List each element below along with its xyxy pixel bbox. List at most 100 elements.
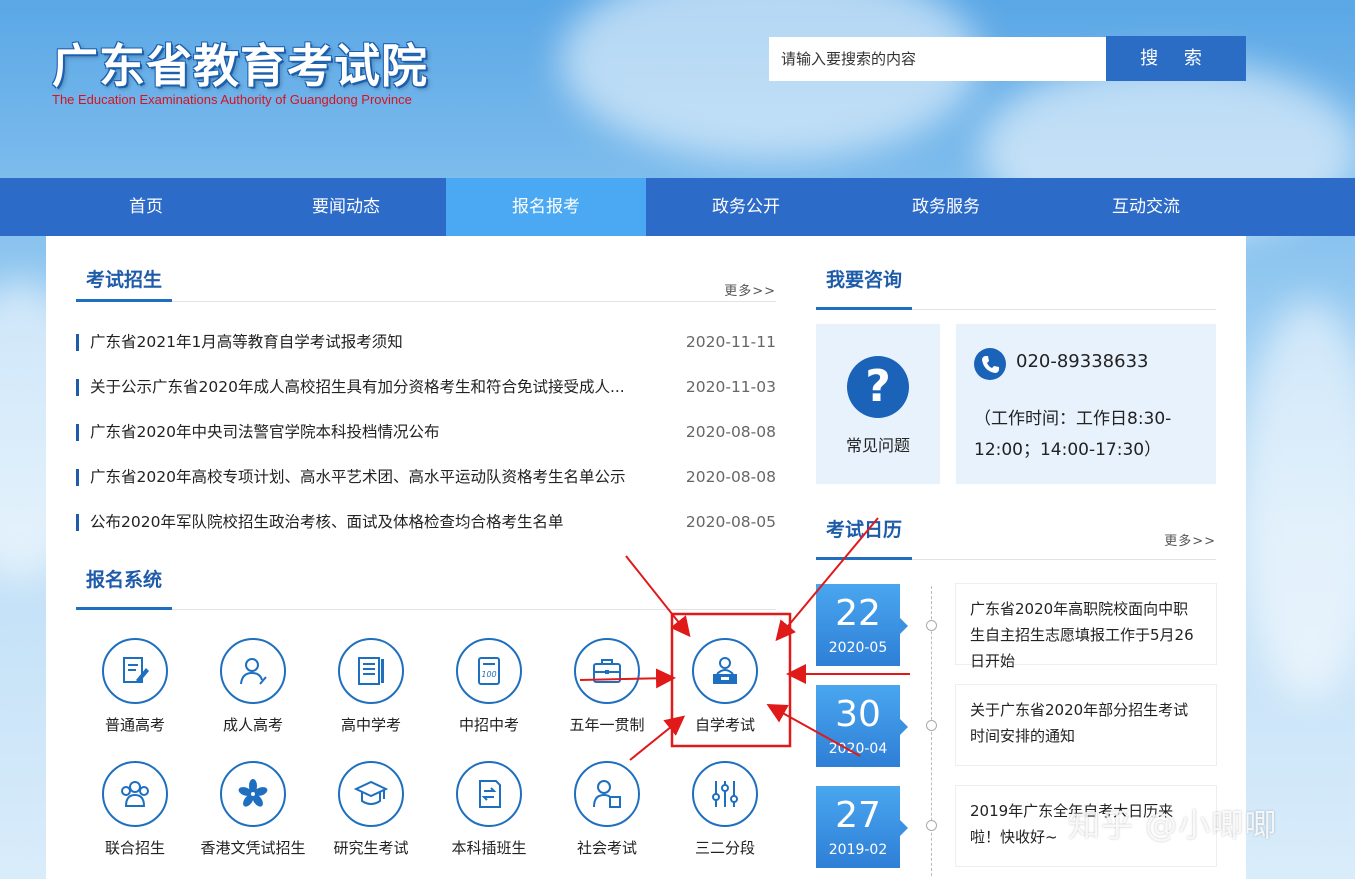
consult-header: 我要咨询 <box>816 266 1216 310</box>
news-title[interactable]: 公布2020年军队院校招生政治考核、面试及体格检查均合格考生名单 <box>90 500 563 545</box>
news-date: 2020-11-03 <box>685 378 776 396</box>
nav-item-registration[interactable]: 报名报考 <box>446 178 646 236</box>
news-item[interactable]: 公布2020年军队院校招生政治考核、面试及体格检查均合格考生名单 2020-08… <box>76 500 776 545</box>
transfer-document-icon <box>456 761 522 827</box>
section-title: 我要咨询 <box>816 266 913 310</box>
system-label: 成人高考 <box>222 716 283 734</box>
system-label: 社会考试 <box>576 839 637 857</box>
section-title: 考试招生 <box>76 266 173 302</box>
system-label: 中招中考 <box>458 716 519 734</box>
search-button[interactable]: 搜 索 <box>1106 36 1246 81</box>
question-mark-icon: ? <box>847 356 909 418</box>
news-date: 2020-11-11 <box>685 333 776 351</box>
document-pen-icon <box>102 638 168 704</box>
bullet-bar <box>76 334 79 351</box>
more-link[interactable]: 更多>> <box>1164 530 1216 549</box>
nav-item-interaction[interactable]: 互动交流 <box>1046 178 1246 236</box>
main-nav: 首页 要闻动态 报名报考 政务公开 政务服务 互动交流 <box>0 178 1355 236</box>
site-subtitle: The Education Examinations Authority of … <box>52 92 412 107</box>
calendar-day: 22 <box>835 593 881 634</box>
system-self-study-exam[interactable]: 自学考试 <box>666 638 784 735</box>
more-link[interactable]: 更多>> <box>724 280 776 299</box>
calendar-date: 22 2020-05 <box>816 584 908 666</box>
calendar-event[interactable]: 关于广东省2020年部分招生考试时间安排的通知 <box>955 684 1217 766</box>
system-social-exam[interactable]: 社会考试 <box>548 761 666 858</box>
system-label: 三二分段 <box>694 839 755 857</box>
news-title[interactable]: 广东省2020年高校专项计划、高水平艺术团、高水平运动队资格考生名单公示 <box>90 455 625 500</box>
news-date: 2020-08-08 <box>685 468 776 486</box>
faq-button[interactable]: ? 常见问题 <box>816 324 940 484</box>
calendar-month: 2019-02 <box>828 842 888 858</box>
news-date: 2020-08-05 <box>685 513 776 531</box>
briefcase-icon <box>574 638 640 704</box>
person-pen-icon <box>220 638 286 704</box>
news-list: 广东省2021年1月高等教育自学考试报考须知 2020-11-11 关于公示广东… <box>76 320 776 545</box>
system-five-year[interactable]: 五年一贯制 <box>548 638 666 735</box>
system-transfer-student[interactable]: 本科插班生 <box>430 761 548 858</box>
search-input[interactable] <box>769 37 1107 81</box>
timeline-dot <box>926 720 937 731</box>
news-item[interactable]: 广东省2020年高校专项计划、高水平艺术团、高水平运动队资格考生名单公示 202… <box>76 455 776 500</box>
section-title: 考试日历 <box>816 516 913 560</box>
news-item[interactable]: 广东省2021年1月高等教育自学考试报考须知 2020-11-11 <box>76 320 776 365</box>
working-hours: （工作时间：工作日8:30-12:00；14:00-17:30） <box>974 409 1172 460</box>
bauhinia-icon <box>220 761 286 827</box>
phone-icon <box>974 348 1006 380</box>
news-title[interactable]: 广东省2021年1月高等教育自学考试报考须知 <box>90 320 403 365</box>
cloud-decoration <box>1240 300 1355 700</box>
system-zhongkao[interactable]: 100 中招中考 <box>430 638 548 735</box>
bullet-bar <box>76 469 79 486</box>
calendar-event[interactable]: 广东省2020年高职院校面向中职生自主招生志愿填报工作于5月26日开始 <box>955 583 1217 670</box>
registration-header: 报名系统 <box>76 566 776 610</box>
system-three-two-segment[interactable]: 三二分段 <box>666 761 784 858</box>
exam-admission-header: 考试招生 更多>> <box>76 266 776 302</box>
nav-item-government-services[interactable]: 政务服务 <box>846 178 1046 236</box>
site-header: 广东省教育考试院 The Education Examinations Auth… <box>0 0 1355 178</box>
nav-item-home[interactable]: 首页 <box>46 178 246 236</box>
section-title: 报名系统 <box>76 566 173 610</box>
system-label: 本科插班生 <box>451 839 527 857</box>
calendar-month: 2020-05 <box>828 640 888 656</box>
watermark: 知乎 @小唧唧 <box>1068 806 1278 844</box>
nav-item-news[interactable]: 要闻动态 <box>246 178 446 236</box>
bullet-bar <box>76 424 79 441</box>
graduation-cap-icon <box>338 761 404 827</box>
phone-number: 020-89338633 <box>1016 351 1149 372</box>
news-title[interactable]: 关于公示广东省2020年成人高校招生具有加分资格考生和符合免试接受成人... <box>90 365 625 410</box>
system-highschool-exam[interactable]: 高中学考 <box>312 638 430 735</box>
system-joint-admission[interactable]: 联合招生 <box>76 761 194 858</box>
group-icon <box>102 761 168 827</box>
calendar-header: 考试日历 更多>> <box>816 516 1216 560</box>
bullet-bar <box>76 379 79 396</box>
timeline-dot <box>926 820 937 831</box>
site-title[interactable]: 广东省教育考试院 <box>52 30 428 96</box>
nav-item-government-affairs[interactable]: 政务公开 <box>646 178 846 236</box>
system-adult-gaokao[interactable]: 成人高考 <box>194 638 312 735</box>
system-label: 研究生考试 <box>333 839 409 857</box>
phone-contact: 020-89338633 （工作时间：工作日8:30-12:00；14:00-1… <box>956 324 1216 484</box>
news-item[interactable]: 广东省2020年中央司法警官学院本科投档情况公布 2020-08-08 <box>76 410 776 455</box>
bullet-bar <box>76 514 79 531</box>
system-label: 自学考试 <box>694 716 755 734</box>
calendar-day: 27 <box>835 795 881 836</box>
system-gaokao[interactable]: 普通高考 <box>76 638 194 735</box>
timeline-dot <box>926 620 937 631</box>
person-book-icon <box>574 761 640 827</box>
certificate-100-icon: 100 <box>456 638 522 704</box>
student-desk-icon <box>692 638 758 704</box>
system-label: 五年一贯制 <box>569 716 645 734</box>
system-label: 普通高考 <box>104 716 165 734</box>
system-label: 联合招生 <box>104 839 165 857</box>
system-hkdse[interactable]: 香港文凭试招生 <box>194 761 312 858</box>
notebook-icon <box>338 638 404 704</box>
system-label: 高中学考 <box>340 716 401 734</box>
news-date: 2020-08-08 <box>685 423 776 441</box>
calendar-day: 30 <box>835 694 881 735</box>
svg-text:100: 100 <box>481 670 496 679</box>
system-graduate-exam[interactable]: 研究生考试 <box>312 761 430 858</box>
news-item[interactable]: 关于公示广东省2020年成人高校招生具有加分资格考生和符合免试接受成人... 2… <box>76 365 776 410</box>
news-title[interactable]: 广东省2020年中央司法警官学院本科投档情况公布 <box>90 410 439 455</box>
system-label: 香港文凭试招生 <box>200 839 306 857</box>
faq-label: 常见问题 <box>845 436 910 455</box>
sliders-icon <box>692 761 758 827</box>
